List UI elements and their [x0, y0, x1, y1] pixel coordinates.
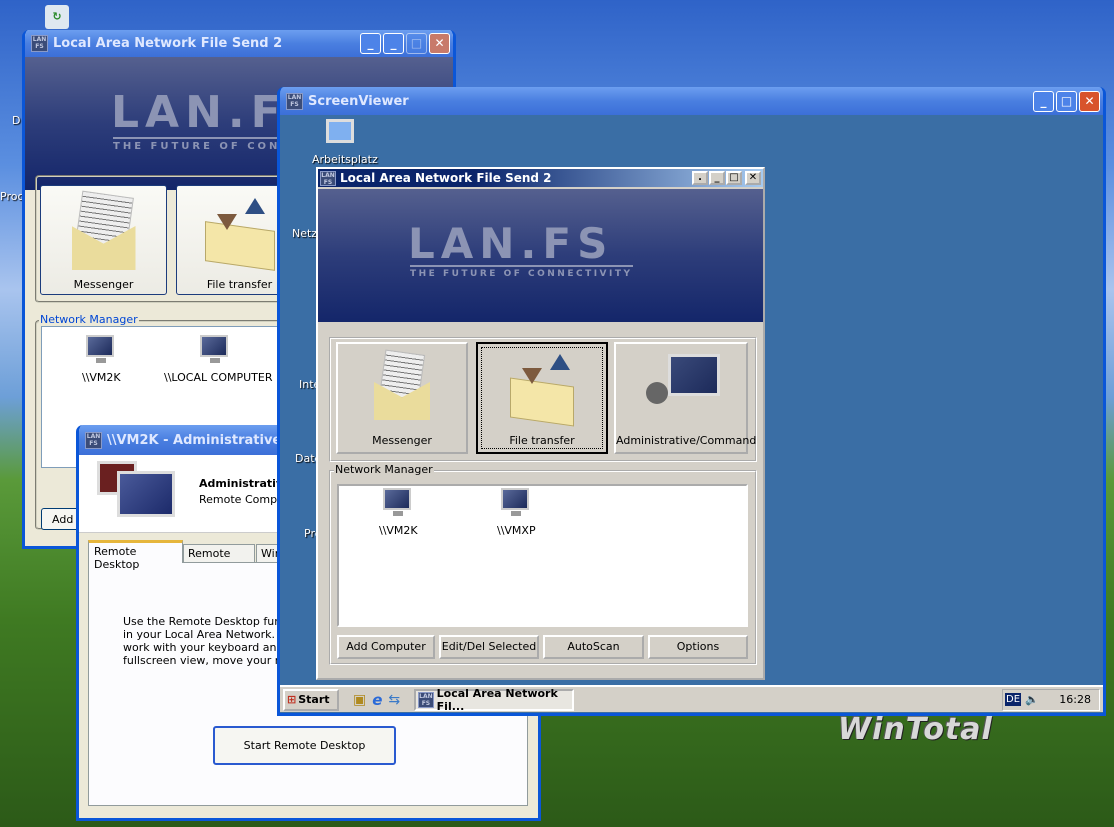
quicklaunch-desktop-icon[interactable]: ▣ [353, 692, 366, 708]
clock[interactable]: 16:28 [1059, 693, 1091, 706]
close-button[interactable]: ✕ [1079, 90, 1100, 112]
maximize-button[interactable]: □ [726, 171, 742, 185]
computer-icon[interactable] [501, 488, 529, 516]
minimize-button[interactable]: _ [1033, 90, 1054, 112]
network-manager-label: Network Manager [334, 463, 434, 476]
tab-remote-desktop[interactable]: Remote Desktop [88, 540, 183, 571]
taskbar-task-lanfs[interactable]: LAN FS Local Area Network Fil... [414, 686, 575, 713]
messenger-button[interactable]: Messenger [336, 342, 468, 454]
add-computer-button[interactable]: Add Computer [337, 635, 435, 659]
close-button[interactable]: ✕ [745, 171, 761, 185]
minimize-button[interactable]: . [692, 171, 708, 185]
start-label: Start [298, 693, 330, 706]
language-indicator[interactable]: DE [1005, 693, 1022, 706]
app-logo-icon: LAN FS [85, 431, 102, 449]
computer-icon[interactable] [86, 335, 114, 363]
computer-label[interactable]: \\LOCAL COMPUTER [164, 371, 272, 384]
system-tray: DE 🔈 16:28 [1002, 688, 1100, 711]
title-bar[interactable]: LAN FS Local Area Network File Send 2 . _ □… [318, 169, 763, 187]
banner-logo: LAN.FS [408, 219, 614, 268]
desktop-label[interactable]: D [12, 114, 20, 127]
desktop-icon-label[interactable]: Arbeitsplatz [312, 153, 378, 166]
app-logo-icon: LAN FS [286, 92, 303, 110]
remote-lanfs-window: LAN FS Local Area Network File Send 2 . _ □… [316, 167, 765, 680]
window-title: Local Area Network File Send 2 [53, 36, 283, 51]
banner: LAN.FS THE FUTURE OF CONNECTIVITY [318, 189, 763, 322]
app-logo-icon: LAN FS [320, 170, 336, 186]
banner-tagline: THE FUTURE OF CONNECTIVITY [410, 265, 633, 279]
button-label: File transfer [509, 434, 575, 447]
computer-icon[interactable] [200, 335, 228, 363]
start-remote-desktop-button[interactable]: Start Remote Desktop [213, 726, 396, 765]
computer-icon[interactable] [383, 488, 411, 516]
tab-remote-shell[interactable]: Remote Shell [183, 544, 255, 573]
screenviewer-window: LAN FS ScreenViewer _ □ ✕ Arbeitsplatz Netz… [277, 87, 1106, 716]
app-logo-icon: LAN FS [418, 691, 434, 708]
header-subtitle: Remote Comput [199, 493, 289, 506]
volume-icon[interactable]: 🔈 [1025, 693, 1039, 706]
messenger-button[interactable]: Messenger [40, 185, 167, 295]
button-label: Administrative/Command [616, 434, 757, 447]
administrative-command-button[interactable]: Administrative/Command [614, 342, 757, 454]
computer-label[interactable]: \\VMXP [497, 524, 536, 537]
minimize-button[interactable]: _ [383, 33, 404, 54]
desktop-label[interactable]: Proc [0, 190, 24, 203]
computer-label[interactable]: \\VM2K [82, 371, 121, 384]
close-button[interactable]: ✕ [429, 33, 450, 54]
task-label: Local Area Network Fil... [436, 686, 558, 713]
computer-label[interactable]: \\VM2K [379, 524, 418, 537]
monitor-icon [668, 354, 720, 396]
edit-delete-selected-button[interactable]: Edit/Del Selected [439, 635, 539, 659]
options-button[interactable]: Options [648, 635, 748, 659]
window-title: Local Area Network File Send 2 [340, 171, 552, 185]
satellite-dish-icon [646, 382, 668, 404]
network-manager-label: Network Manager [39, 313, 139, 326]
wintotal-watermark: WinTotal [838, 712, 993, 747]
window-title: ScreenViewer [308, 93, 409, 109]
minimize-button[interactable]: _ [709, 171, 725, 185]
button-label: Messenger [372, 434, 432, 447]
title-bar[interactable]: LAN FS ScreenViewer _ □ ✕ [280, 87, 1103, 115]
button-label: Messenger [73, 278, 134, 291]
monitor-blue-icon [117, 471, 175, 517]
file-transfer-button[interactable]: File transfer [476, 342, 608, 454]
maximize-button: □ [406, 33, 427, 54]
app-logo-icon: LAN FS [31, 35, 48, 52]
my-computer-icon[interactable] [326, 119, 354, 143]
start-button[interactable]: ⊞ Start [283, 688, 339, 711]
computer-list[interactable]: \\VM2K \\VMXP [337, 484, 748, 627]
maximize-button[interactable]: □ [1056, 90, 1077, 112]
header-title: Administrativ [199, 477, 284, 490]
minimize-button[interactable]: _ [360, 33, 381, 54]
autoscan-button[interactable]: AutoScan [543, 635, 644, 659]
quicklaunch-ie-icon[interactable]: e [372, 691, 382, 709]
remote-taskbar: ⊞ Start ▣ e ⇆ LAN FS Local Area Network Fi… [280, 685, 1103, 713]
title-bar[interactable]: LAN FS Local Area Network File Send 2 _ _ □… [25, 30, 453, 57]
recycle-bin-icon[interactable]: ↻ [45, 5, 69, 29]
quicklaunch-icon[interactable]: ⇆ [388, 692, 400, 708]
windows-logo-icon: ⊞ [287, 693, 297, 706]
